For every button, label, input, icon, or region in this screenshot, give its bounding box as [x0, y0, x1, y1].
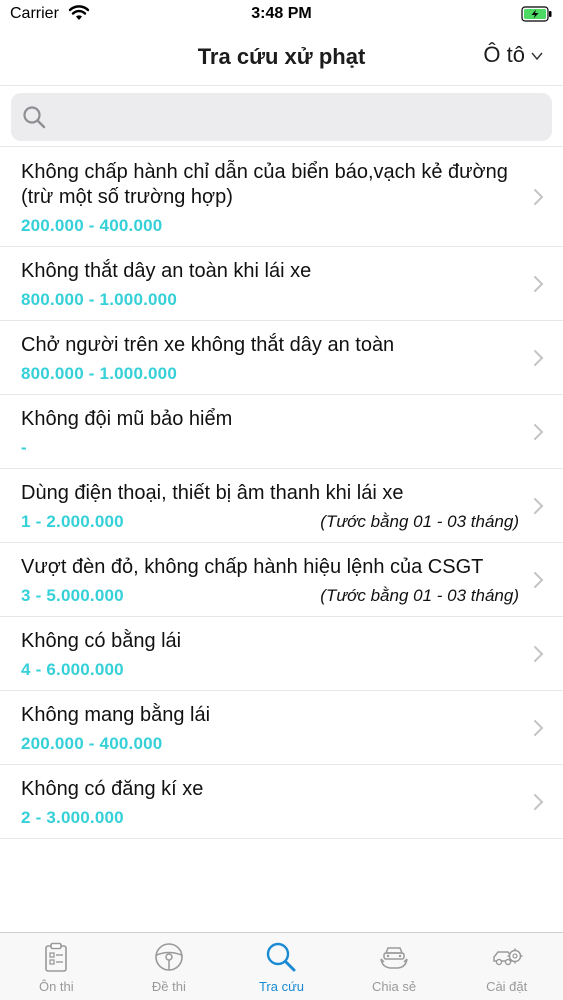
violation-title: Dùng điện thoại, thiết bị âm thanh khi l… [21, 482, 404, 504]
fine-amount: 1 - 2.000.000 [21, 512, 124, 531]
chevron-right-icon [533, 349, 544, 372]
chevron-right-icon [533, 571, 544, 594]
search-input[interactable] [61, 93, 541, 141]
vehicle-type-label: Ô tô [483, 42, 525, 67]
fine-amount: - [21, 438, 27, 457]
clock: 3:48 PM [251, 5, 312, 22]
violation-title: Chở người trên xe không thắt dây an toàn [21, 334, 395, 356]
violations-list: Không chấp hành chỉ dẫn của biển báo,vạc… [0, 148, 563, 839]
tab-chia-se[interactable]: Chia sẻ [338, 933, 451, 1000]
violation-details: 2 - 3.000.000 [21, 808, 519, 828]
tab-on-thi[interactable]: Ôn thi [0, 933, 113, 1000]
chevron-right-icon [533, 645, 544, 668]
vehicle-type-selector[interactable]: Ô tô [483, 42, 543, 68]
chevron-down-icon [531, 48, 543, 66]
clipboard-icon [45, 942, 68, 972]
violation-title: Không đội mũ bảo hiểm [21, 408, 233, 430]
license-suspension-note: (Tước bằng 01 - 03 tháng) [320, 512, 519, 531]
search-icon [22, 105, 46, 134]
tab-label: Ôn thi [38, 979, 74, 994]
tab-de-thi[interactable]: Đề thi [113, 933, 226, 1000]
search-bar [0, 86, 563, 147]
violation-title: Không chấp hành chỉ dẫn của biển báo,vạc… [21, 161, 508, 208]
fine-amount: 4 - 6.000.000 [21, 660, 124, 679]
violation-title: Không thắt dây an toàn khi lái xe [21, 260, 312, 282]
violation-row[interactable]: Không thắt dây an toàn khi lái xe 800.00… [0, 247, 563, 321]
tab-label: Chia sẻ [372, 979, 417, 994]
fine-amount: 200.000 - 400.000 [21, 216, 163, 235]
chevron-right-icon [533, 188, 544, 211]
tab-label: Tra cứu [258, 979, 305, 994]
fine-amount: 800.000 - 1.000.000 [21, 290, 177, 309]
search-field[interactable] [11, 93, 552, 141]
status-bar: Carrier 3:48 PM [0, 0, 563, 30]
tab-tra-cuu[interactable]: Tra cứu [225, 933, 338, 1000]
fine-amount: 3 - 5.000.000 [21, 586, 124, 605]
search-icon [267, 942, 296, 972]
tab-label: Cài đặt [486, 979, 528, 994]
license-suspension-note: (Tước bằng 01 - 03 tháng) [320, 586, 519, 605]
fine-amount: 2 - 3.000.000 [21, 808, 124, 827]
fine-amount: 200.000 - 400.000 [21, 734, 163, 753]
violation-title: Không mang bằng lái [21, 704, 211, 726]
violation-details: 4 - 6.000.000 [21, 660, 519, 680]
violation-details: 3 - 5.000.000 (Tước bằng 01 - 03 tháng) [21, 586, 519, 606]
chevron-right-icon [533, 497, 544, 520]
violation-details: 200.000 - 400.000 [21, 216, 519, 236]
chevron-right-icon [533, 275, 544, 298]
steering-wheel-icon [155, 943, 183, 971]
page-title: Tra cứu xử phạt [197, 44, 366, 69]
violation-title: Vượt đèn đỏ, không chấp hành hiệu lệnh c… [21, 556, 484, 578]
car-settings-icon [492, 948, 523, 966]
chevron-right-icon [533, 719, 544, 742]
share-car-icon [380, 947, 408, 969]
violation-details: 200.000 - 400.000 [21, 734, 519, 754]
violation-row[interactable]: Dùng điện thoại, thiết bị âm thanh khi l… [0, 469, 563, 543]
violation-row[interactable]: Vượt đèn đỏ, không chấp hành hiệu lệnh c… [0, 543, 563, 617]
battery-charging-icon [521, 6, 553, 27]
nav-bar: Tra cứu xử phạt Ô tô [0, 30, 563, 86]
violation-title: Không có đăng kí xe [21, 778, 204, 800]
violation-row[interactable]: Không mang bằng lái 200.000 - 400.000 [0, 691, 563, 765]
violation-row[interactable]: Không đội mũ bảo hiểm - [0, 395, 563, 469]
violation-row[interactable]: Chở người trên xe không thắt dây an toàn… [0, 321, 563, 395]
violation-details: 1 - 2.000.000 (Tước bằng 01 - 03 tháng) [21, 512, 519, 532]
violation-details: 800.000 - 1.000.000 [21, 364, 519, 384]
violation-row[interactable]: Không có bằng lái 4 - 6.000.000 [0, 617, 563, 691]
chevron-right-icon [533, 793, 544, 816]
violation-row[interactable]: Không chấp hành chỉ dẫn của biển báo,vạc… [0, 148, 563, 247]
chevron-right-icon [533, 423, 544, 446]
tab-cai-dat[interactable]: Cài đặt [450, 933, 563, 1000]
violation-row[interactable]: Không có đăng kí xe 2 - 3.000.000 [0, 765, 563, 839]
violation-title: Không có bằng lái [21, 630, 182, 652]
violation-details: - [21, 438, 519, 458]
fine-amount: 800.000 - 1.000.000 [21, 364, 177, 383]
tab-label: Đề thi [151, 979, 186, 994]
violation-details: 800.000 - 1.000.000 [21, 290, 519, 310]
tab-bar: Ôn thi Đề thi Tra cứu Chia sẻ Cài đặt [0, 932, 563, 1000]
